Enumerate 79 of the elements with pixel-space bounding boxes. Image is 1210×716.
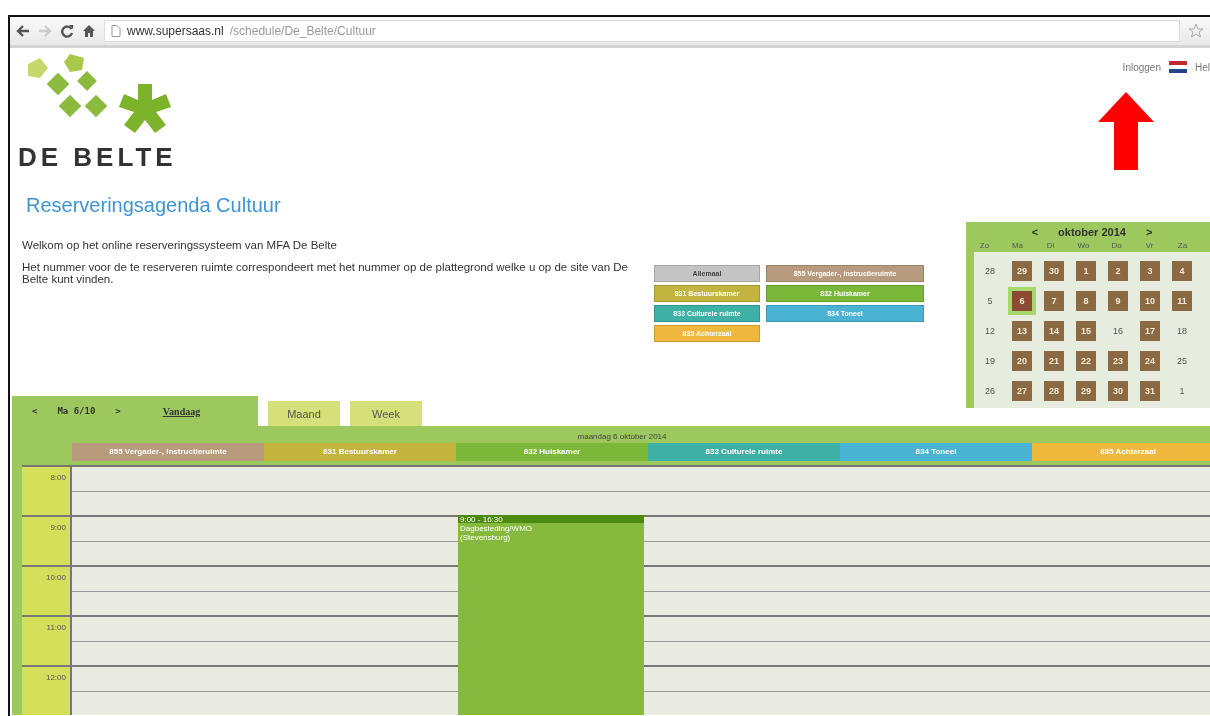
flag-icon[interactable] [1169,61,1187,73]
calendar-day[interactable]: 12 [980,321,1000,341]
time-label: 11:00 [22,615,70,665]
today-link[interactable]: Vandaag [162,405,201,417]
calendar-day[interactable]: 29 [1076,381,1096,401]
calendar-day[interactable]: 4 [1172,261,1192,281]
calendar-day[interactable]: 28 [1044,381,1064,401]
weekday-label: Vr [1144,241,1155,250]
weekday-label: Do [1110,241,1123,250]
calendar-day[interactable]: 15 [1076,321,1096,341]
month-label: oktober 2014 [1058,226,1126,238]
calendar-day[interactable]: 22 [1076,351,1096,371]
booking-text: (Stevensburg) [460,533,512,542]
reload-icon[interactable] [60,24,74,38]
view-tab[interactable]: Week [350,401,422,426]
time-label: 12:00 [22,665,70,715]
weekday-label: Wo [1076,241,1091,250]
address-bar[interactable]: www.supersaas.nl /schedule/De_Belte/Cultuur [104,20,1180,42]
booking-text: Dagbesteding/WMO [460,524,534,533]
calendar-day[interactable]: 30 [1108,381,1128,401]
intro-text: Het nummer voor de te reserveren ruimte correspondeert met het nummer op de plattegrond welke u op de site van De Belte kunt vinden. [22,261,629,285]
star-icon[interactable] [1188,23,1204,39]
time-label: 8:00 [22,465,70,515]
calendar-day[interactable]: 11 [1172,291,1192,311]
calendar-day[interactable]: 28 [980,261,1000,281]
calendar-day[interactable]: 24 [1140,351,1160,371]
calendar-day[interactable]: 25 [1172,351,1192,371]
view-tab[interactable]: Maand [268,401,340,426]
page-icon [111,25,121,37]
calendar-day[interactable]: 26 [980,381,1000,401]
calendar-day[interactable]: 17 [1140,321,1160,341]
next-day-button[interactable]: > [115,406,121,416]
calendar-day[interactable]: 14 [1044,321,1064,341]
date-label: Ma 6/10 [57,406,96,416]
calendar-day[interactable]: 8 [1076,291,1096,311]
booking-block[interactable]: 9:00 - 16:30 Dagbesteding/WMO (Stevensburg) [458,515,644,715]
header-link[interactable]: Hel [1195,61,1210,73]
weekday-label: Ma [1010,241,1025,250]
room-header: 835 Achterzaal [1032,443,1210,461]
calendar-day[interactable]: 30 [1044,261,1064,281]
calendar-day[interactable]: 19 [980,351,1000,371]
time-label: 9:00 [22,515,70,565]
previous-day-button[interactable]: < [32,406,38,416]
booking-time: 9:00 - 16:30 [460,515,504,524]
calendar-day[interactable]: 21 [1044,351,1064,371]
day-title: maandag 6 oktober 2014 [576,432,668,441]
time-label: 10:00 [22,565,70,615]
calendar-day[interactable]: 31 [1140,381,1160,401]
previous-month-button[interactable]: < [1031,226,1039,238]
home-icon[interactable] [82,24,96,38]
calendar-day[interactable]: 27 [1012,381,1032,401]
room-header: 831 Bestuurskamer [264,443,456,461]
calendar-day[interactable]: 9 [1108,291,1128,311]
room-header: 834 Toneel [840,443,1032,461]
calendar-day[interactable]: 10 [1140,291,1160,311]
room-header: 855 Vergader-, instructieruimte [72,443,264,461]
calendar-day[interactable]: 3 [1140,261,1160,281]
calendar-day[interactable]: 16 [1108,321,1128,341]
back-icon[interactable] [16,24,30,38]
calendar-day[interactable]: 7 [1044,291,1064,311]
page-title: Reserveringsagenda Cultuur [26,194,282,217]
weekday-label: Za [1176,241,1189,250]
room-header: 833 Culturele ruimte [648,443,840,461]
calendar-day[interactable]: 1 [1076,261,1096,281]
calendar-day[interactable]: 1 [1172,381,1192,401]
room-header: 832 Huiskamer [456,443,648,461]
calendar-day[interactable]: 20 [1012,351,1032,371]
logo-text: DE BELTE [18,142,177,173]
calendar-day[interactable]: 13 [1012,321,1032,341]
weekday-label: Di [1045,241,1056,250]
calendar-day[interactable]: 18 [1172,321,1192,341]
calendar-day[interactable]: 29 [1012,261,1032,281]
intro-text: Welkom op het online reserveringssysteem van MFA De Belte [22,239,338,251]
header-link[interactable]: Inloggen [1122,61,1161,73]
calendar-day[interactable]: 5 [980,291,1000,311]
calendar-day[interactable]: 2 [1108,261,1128,281]
weekday-label: Zo [978,241,991,250]
calendar-day[interactable]: 23 [1108,351,1128,371]
next-month-button[interactable]: > [1145,226,1153,238]
